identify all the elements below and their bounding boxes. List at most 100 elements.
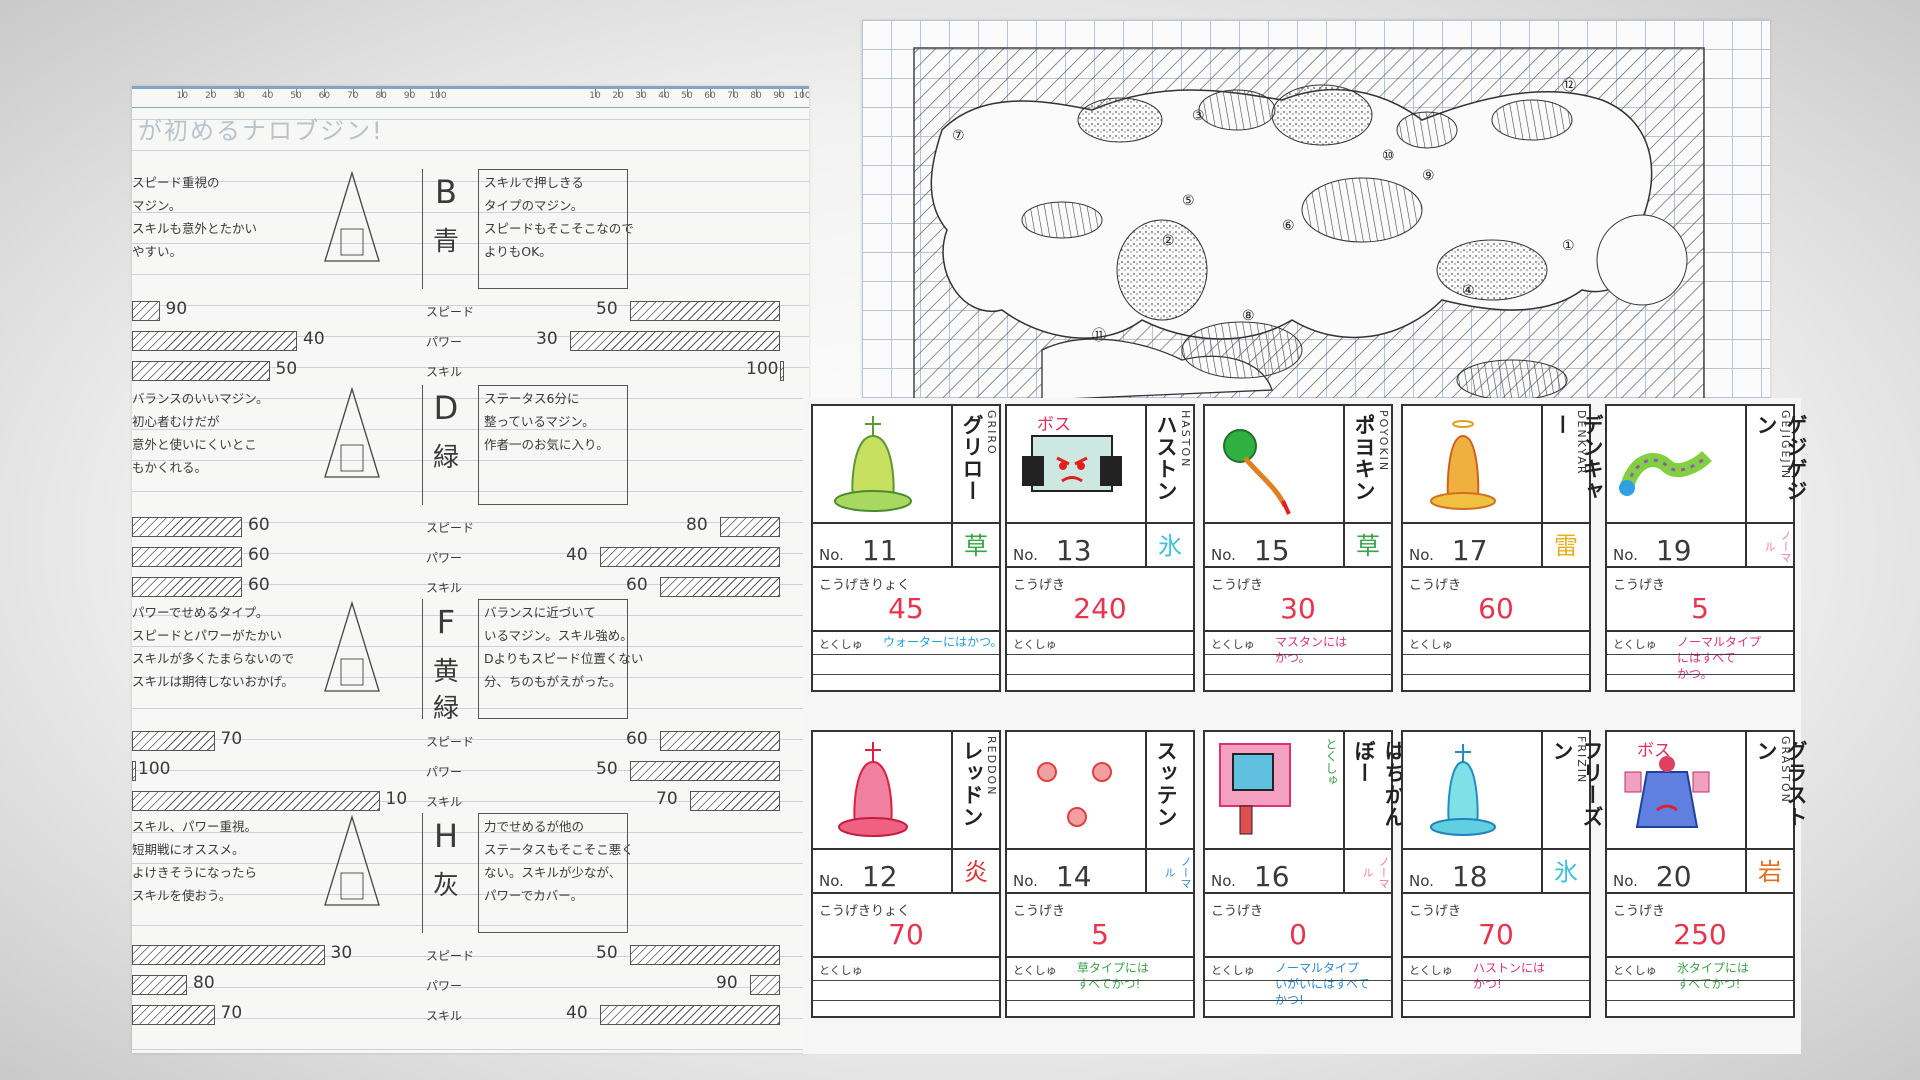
card-special-line [1403, 1000, 1589, 1001]
card-attack-label: こうげき [1211, 578, 1264, 593]
ruler-label: 100 [429, 91, 447, 101]
card-art [1403, 732, 1543, 850]
ruler: 10 20 30 40 50 60 70 80 90 100 10 20 30 40 50 60 70 80 90 1… [132, 89, 809, 108]
card-number-box: No. 18 [1403, 850, 1543, 894]
card-name: ハストン [1154, 414, 1178, 502]
card-special-box: とくしゅ マスタンには かつ。 [1205, 632, 1391, 690]
monster-card: はちかんぼー No. 16 ノーマル こうげき 0 とくしゅ ノーマルタイプ いがいにはすべて… [1203, 730, 1406, 1018]
card-special-box: とくしゅ [813, 958, 999, 1016]
card-attack-value: 70 [1478, 918, 1514, 951]
character-description: バランスのいいマジン。 初心者むけだが 意外と使いにくいとこ もかくれる。 [132, 391, 269, 475]
class-color: 緑 [432, 443, 459, 473]
card-name-box: ポヨキン POYOKIN [1345, 406, 1391, 524]
stat-value-right: 40 [566, 1003, 588, 1023]
stat-row-speed: 90 スピード 50 [132, 295, 809, 325]
card-special-text: ウォーターにはかつ。 [883, 635, 1003, 649]
card-type: ノーマル [1147, 850, 1193, 894]
stat-bar-left [132, 517, 242, 537]
boss-label: ボス [1637, 741, 1671, 761]
sketch-icon [324, 600, 380, 692]
card-attack-value: 0 [1289, 918, 1307, 951]
map-marker: ⑨ [1422, 168, 1435, 184]
stat-value-left: 100 [138, 759, 171, 779]
worm-icon [1619, 450, 1712, 496]
card-special-line [813, 1000, 999, 1001]
stat-label: スキル [426, 365, 463, 379]
ruler-label: 40 [261, 91, 274, 101]
stat-label: パワー [426, 765, 463, 779]
block-divider [422, 169, 423, 289]
card-special-line [1607, 980, 1793, 981]
card-attack-box: こうげきりょく 45 [813, 568, 999, 632]
card-special-line [1205, 1000, 1391, 1001]
tv-icon [1219, 743, 1291, 835]
card-attack-label: こうげきりょく [819, 578, 911, 593]
card-attack-value: 5 [1091, 918, 1109, 951]
map-drawing: ① ② ③ ④ ⑤ ⑥ ⑦ ⑧ ⑨ ⑩ ⑪ ⑫ [913, 47, 1705, 409]
card-special-line [1205, 980, 1391, 981]
stat-row-power: 40 パワー 30 [132, 325, 809, 355]
card-number-box: No. 11 [813, 524, 953, 568]
card-romaji: GRIRO [985, 410, 998, 456]
card-art [1607, 406, 1747, 524]
card-name-box: ハストン HASTON [1147, 406, 1193, 524]
monster-card: フリーズン FRIZIN No. 18 氷こうげき 70 とくしゅ ハストンには かつ! [1401, 730, 1604, 1018]
card-number-box: No. 20 [1607, 850, 1747, 894]
card-number: 18 [1451, 860, 1488, 893]
card-number: 16 [1253, 860, 1290, 893]
card-number: 17 [1451, 534, 1488, 567]
ruler-label: 20 [205, 91, 217, 101]
card-attack-label: こうげき [1013, 578, 1066, 593]
map-marker: ⑪ [1092, 328, 1106, 344]
card-attack-box: こうげき 70 [1403, 894, 1589, 958]
card-special-label: とくしゅ [1613, 638, 1657, 651]
block-divider [422, 385, 423, 505]
stat-row-speed: 60 スピード 80 [132, 511, 809, 541]
card-special-text: 氷タイプには すべてかつ! [1677, 961, 1750, 991]
card-special-label: とくしゅ [1013, 638, 1057, 651]
card-art [813, 732, 953, 850]
monster-card: グリロー GRIRO No. 11 草こうげきりょく 45 とくしゅ ウォーターにはかつ。 [811, 404, 1003, 692]
class-color: 黄緑 [432, 657, 459, 724]
card-number-box: No. 16 [1205, 850, 1345, 894]
ruler-label: 50 [290, 91, 302, 101]
card-type: ノーマル [1747, 524, 1793, 568]
character-description: スキル、パワー重視。 短期戦にオススメ。 よけきそうになったら スキルを使おう。 [132, 819, 258, 903]
stat-bar-left [132, 945, 325, 965]
card-romaji: FRIZIN [1575, 736, 1588, 785]
monster-cards-sheet: グリロー GRIRO No. 11 草こうげきりょく 45 とくしゅ ウォーターにはかつ。 ボス… [803, 398, 1808, 1054]
dots-icon [1037, 762, 1112, 827]
stat-value-left: 50 [275, 359, 298, 379]
map-marker: ② [1162, 233, 1175, 249]
card-special-line [1607, 674, 1793, 675]
stat-value-right: 100 [746, 359, 779, 379]
map-pond-2 [1198, 89, 1276, 131]
stat-label: パワー [426, 979, 463, 993]
stat-value-right: 40 [566, 545, 588, 565]
stat-label: スピード [426, 521, 475, 535]
stat-bar-left [132, 1005, 215, 1025]
ruler-label: 20 [612, 91, 624, 101]
card-special-text: ハストンには かつ! [1473, 961, 1546, 991]
card-number-label: No. [1613, 546, 1638, 564]
card-art [1205, 406, 1345, 524]
card-special-label: とくしゅ [1211, 964, 1255, 977]
stat-label: スピード [426, 949, 475, 963]
stat-row-skill: 60 スキル 60 [132, 571, 809, 601]
card-number-label: No. [1613, 872, 1638, 890]
card-special-line [1403, 674, 1589, 675]
card-attack-value: 5 [1691, 592, 1709, 625]
card-special-line [1007, 654, 1193, 655]
card-type: 氷 [1147, 524, 1193, 568]
ruler-label: 10 [589, 91, 601, 101]
ruler-label: 30 [635, 91, 647, 101]
stat-row-power: 100 パワー 50 [132, 755, 809, 785]
stat-bar-right [600, 547, 780, 567]
boss-label: ボス [1037, 415, 1071, 435]
card-number-box: No. 15 [1205, 524, 1345, 568]
card-name-box: グラストン GRASTON [1747, 732, 1808, 850]
stat-row-power: 80 パワー 90 [132, 969, 809, 999]
ruler-label: 90 [403, 91, 416, 101]
stat-bar-right [660, 731, 780, 751]
card-type: 草 [953, 524, 999, 568]
